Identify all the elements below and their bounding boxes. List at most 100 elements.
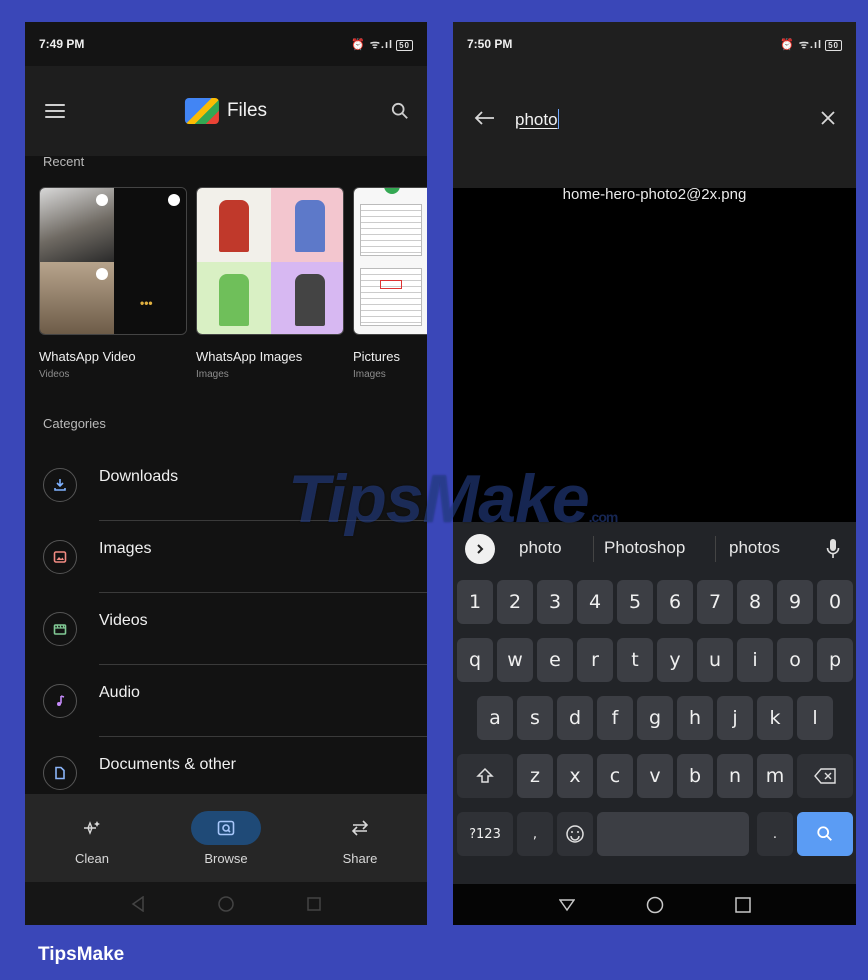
symbols-key[interactable]: ?123 <box>457 812 513 856</box>
key[interactable]: 2 <box>497 580 533 624</box>
letter-row-1: q w e r t y u i o p <box>453 638 856 690</box>
keyboard-suggestion[interactable]: photo <box>519 538 562 558</box>
search-query-text: photo <box>515 110 558 129</box>
search-header: photo home-hero-photo2@2x.png <box>453 66 856 203</box>
back-icon[interactable] <box>131 895 145 912</box>
nav-label: Clean <box>75 850 109 866</box>
image-icon <box>43 540 77 574</box>
key[interactable]: n <box>717 754 753 798</box>
backspace-key[interactable] <box>797 754 853 798</box>
app-bar: Files <box>25 66 427 156</box>
back-icon[interactable] <box>558 898 575 912</box>
key[interactable]: 0 <box>817 580 853 624</box>
recent-card-whatsapp-video[interactable]: ••• WhatsApp Video Videos <box>39 187 187 380</box>
battery-icon: 50 <box>825 39 842 51</box>
category-audio[interactable]: Audio <box>25 678 427 750</box>
emoji-key[interactable] <box>557 812 593 856</box>
key[interactable]: u <box>697 638 733 682</box>
video-thumbnail: ••• <box>39 187 187 335</box>
key[interactable]: d <box>557 696 593 740</box>
categories-heading: Categories <box>43 416 106 431</box>
pictures-thumbnail <box>353 187 427 335</box>
key[interactable]: y <box>657 638 693 682</box>
key[interactable]: 6 <box>657 580 693 624</box>
key[interactable]: t <box>617 638 653 682</box>
category-label: Images <box>99 540 152 557</box>
key[interactable]: r <box>577 638 613 682</box>
bottom-navigation: Clean Browse Share <box>25 794 427 882</box>
category-images[interactable]: Images <box>25 534 427 606</box>
key[interactable]: 8 <box>737 580 773 624</box>
video-badge-icon <box>168 194 180 206</box>
menu-icon[interactable] <box>45 104 65 118</box>
nav-browse[interactable]: Browse <box>159 794 293 882</box>
key[interactable]: 5 <box>617 580 653 624</box>
status-icons: ⏰ ᯤ.ıl 50 <box>780 37 842 52</box>
footer-brand: TipsMake <box>38 944 125 965</box>
key[interactable]: 3 <box>537 580 573 624</box>
nav-clean[interactable]: Clean <box>25 794 159 882</box>
key[interactable]: s <box>517 696 553 740</box>
search-input[interactable]: photo <box>515 109 559 130</box>
space-key[interactable] <box>597 812 749 856</box>
images-thumbnail <box>196 187 344 335</box>
recents-icon[interactable] <box>306 896 321 911</box>
key[interactable]: i <box>737 638 773 682</box>
download-icon <box>43 468 77 502</box>
shift-key[interactable] <box>457 754 513 798</box>
category-label: Downloads <box>99 468 179 485</box>
key[interactable]: e <box>537 638 573 682</box>
key[interactable]: q <box>457 638 493 682</box>
key[interactable]: z <box>517 754 553 798</box>
key[interactable]: h <box>677 696 713 740</box>
key[interactable]: w <box>497 638 533 682</box>
key[interactable]: o <box>777 638 813 682</box>
key[interactable]: f <box>597 696 633 740</box>
keyboard-suggestion[interactable]: photos <box>729 538 780 558</box>
search-suggestion[interactable]: home-hero-photo2@2x.png <box>453 186 856 203</box>
key[interactable]: x <box>557 754 593 798</box>
category-videos[interactable]: Videos <box>25 606 427 678</box>
letter-row-2: a s d f g h j k l <box>453 696 856 748</box>
key[interactable]: 1 <box>457 580 493 624</box>
keyboard-suggestion[interactable]: Photoshop <box>604 538 685 558</box>
recent-sub: Images <box>353 369 386 380</box>
nav-share[interactable]: Share <box>293 794 427 882</box>
period-key[interactable]: . <box>757 812 793 856</box>
key[interactable]: 9 <box>777 580 813 624</box>
key[interactable]: 7 <box>697 580 733 624</box>
keyboard-bottom-row: ?123 , . <box>453 812 856 864</box>
key[interactable]: c <box>597 754 633 798</box>
recent-name: Pictures <box>353 349 400 364</box>
key[interactable]: v <box>637 754 673 798</box>
microphone-icon[interactable] <box>826 538 840 560</box>
close-icon[interactable] <box>820 110 836 126</box>
backspace-icon <box>814 768 836 784</box>
home-icon[interactable] <box>218 895 234 912</box>
status-bar: 7:49 PM ⏰ ᯤ.ıl 50 <box>25 22 427 66</box>
home-icon[interactable] <box>646 896 664 914</box>
search-key[interactable] <box>797 812 853 856</box>
key[interactable]: b <box>677 754 713 798</box>
key[interactable]: 4 <box>577 580 613 624</box>
key[interactable]: j <box>717 696 753 740</box>
key[interactable]: m <box>757 754 793 798</box>
number-row: 1 2 3 4 5 6 7 8 9 0 <box>453 580 856 632</box>
shift-icon <box>476 767 494 783</box>
key[interactable]: g <box>637 696 673 740</box>
watermark-brand: TipsMake <box>288 461 590 537</box>
expand-chevron-icon[interactable] <box>465 534 495 564</box>
recent-card-pictures[interactable]: Pictures Images <box>353 187 427 380</box>
search-icon[interactable] <box>391 102 409 120</box>
key[interactable]: k <box>757 696 793 740</box>
recent-card-whatsapp-images[interactable]: WhatsApp Images Images <box>196 187 344 380</box>
key[interactable]: a <box>477 696 513 740</box>
back-arrow-icon[interactable] <box>473 110 495 126</box>
key[interactable]: l <box>797 696 833 740</box>
on-screen-keyboard: photo Photoshop photos 1 2 3 4 5 6 7 8 9… <box>453 522 856 884</box>
letter-row-3: z x c v b n m <box>453 754 856 806</box>
status-time: 7:50 PM <box>467 37 513 51</box>
key[interactable]: p <box>817 638 853 682</box>
comma-key[interactable]: , <box>517 812 553 856</box>
recents-icon[interactable] <box>734 896 751 913</box>
